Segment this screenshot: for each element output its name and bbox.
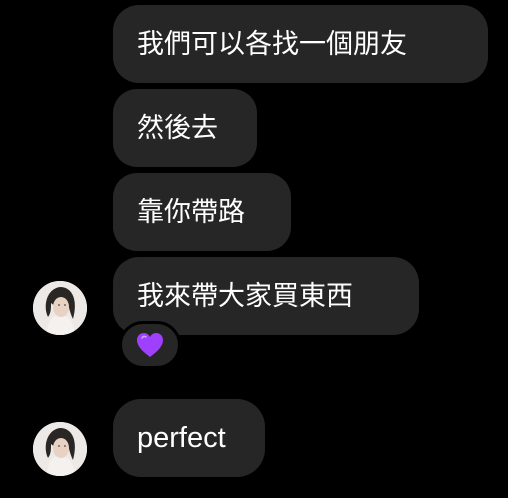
message-text: 我來帶大家買東西	[137, 280, 353, 312]
message-bubble[interactable]: perfect	[113, 399, 265, 477]
message-bubble[interactable]: 然後去	[113, 89, 257, 167]
message-reaction[interactable]	[119, 321, 181, 369]
avatar-image	[33, 422, 87, 476]
avatar[interactable]	[33, 422, 87, 476]
message-text: perfect	[137, 421, 226, 454]
avatar[interactable]	[33, 281, 87, 335]
message-bubble[interactable]: 靠你帶路	[113, 173, 291, 251]
message-text: 然後去	[137, 112, 218, 144]
message-text: 我們可以各找一個朋友	[137, 28, 407, 60]
purple-heart-icon	[137, 333, 163, 357]
message-bubble[interactable]: 我們可以各找一個朋友	[113, 5, 488, 83]
message-text: 靠你帶路	[137, 196, 245, 228]
avatar-image	[33, 281, 87, 335]
